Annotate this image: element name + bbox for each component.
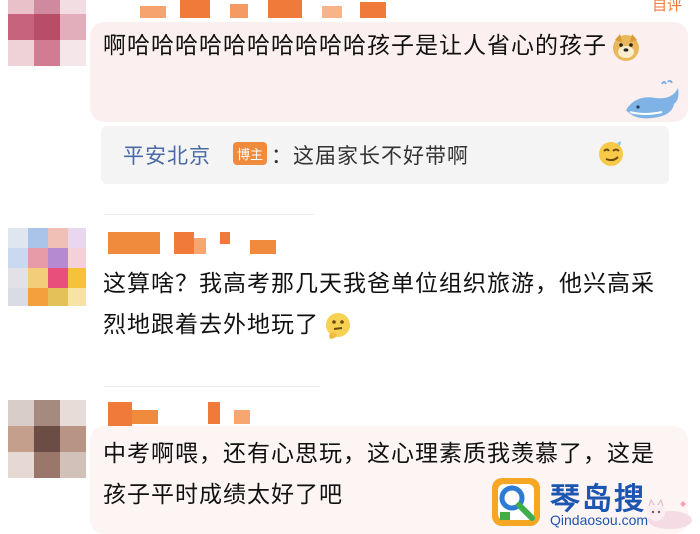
avatar[interactable]	[8, 228, 86, 306]
comment-text: 啊哈哈哈哈哈哈哈哈哈哈孩子是让人省心的孩子	[103, 26, 663, 67]
comment-text-content: 这算啥？我高考那几天我爸单位组织旅游，他兴高采烈地跟着去外地玩了	[103, 271, 655, 338]
reply-author-link[interactable]: 平安北京	[123, 140, 211, 170]
comment-action-link[interactable]: 自评	[652, 0, 682, 15]
comment-text: 这算啥？我高考那几天我爸单位组织旅游，他兴高采烈地跟着去外地玩了	[103, 264, 663, 346]
watermark-logo-icon	[490, 476, 542, 528]
whale-sticker-icon	[622, 79, 684, 126]
username-mosaic[interactable]	[108, 400, 258, 426]
avatar[interactable]	[8, 0, 86, 66]
doge-emoji-icon	[611, 32, 641, 62]
smirk-emoji-icon	[597, 140, 625, 168]
watermark-url: Qindaosou.com	[550, 512, 649, 528]
cat-sticker-icon	[640, 496, 698, 530]
avatar[interactable]	[8, 400, 86, 478]
reply-text: ：这届家长不好带啊	[271, 144, 469, 168]
comment-text-content: 啊哈哈哈哈哈哈哈哈哈哈孩子是让人省心的孩子	[103, 33, 607, 59]
author-badge: 博主	[233, 142, 268, 165]
thinking-emoji-icon	[323, 311, 353, 341]
author-reply-box[interactable]: 平安北京 博主 ：这届家长不好带啊	[101, 126, 669, 184]
comment-2: 这算啥？我高考那几天我爸单位组织旅游，他兴高采烈地跟着去外地玩了	[0, 214, 700, 374]
username-mosaic[interactable]	[140, 0, 390, 24]
username-mosaic[interactable]	[108, 230, 278, 254]
comment-1: 自评 啊哈哈哈哈哈哈哈哈哈哈孩子是让人省心的孩子 平安北京 博主 ：这届家长不好…	[0, 0, 700, 200]
site-watermark: 琴岛搜 Qindaosou.com	[490, 474, 700, 534]
